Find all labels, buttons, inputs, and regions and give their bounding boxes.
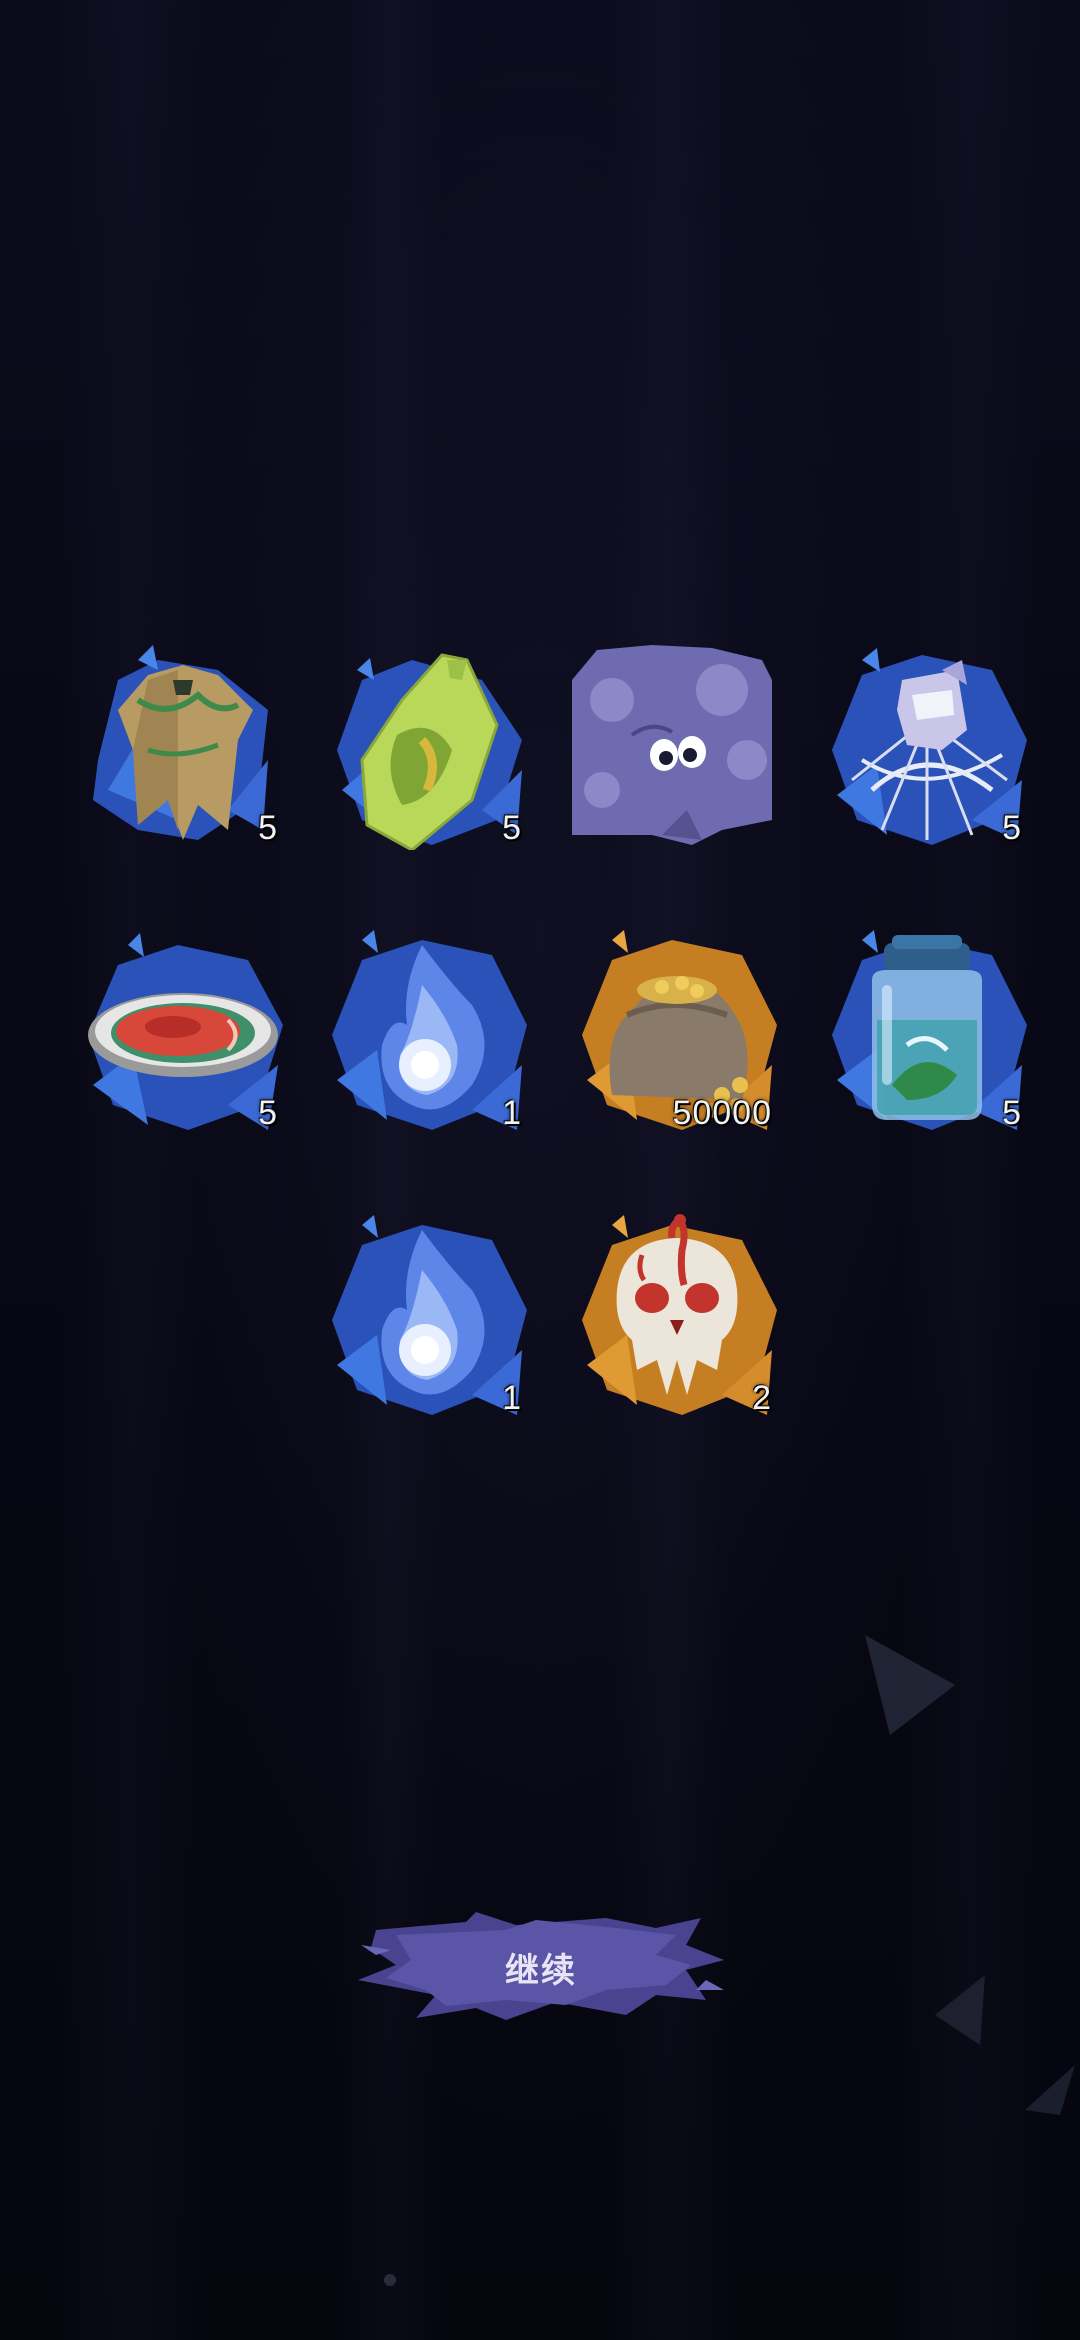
bloody-skull-icon — [582, 1214, 777, 1415]
reward-count: 50000 — [672, 1094, 772, 1132]
decorative-shard — [1025, 2065, 1075, 2115]
green-leaf-pouch-icon — [337, 653, 522, 850]
decorative-shard — [935, 1975, 985, 2045]
specimen-jar-icon — [832, 930, 1027, 1130]
reward-count: 1 — [502, 1094, 522, 1132]
reward-count: 2 — [752, 1379, 772, 1417]
reward-slot[interactable]: 5 — [822, 640, 1032, 850]
decorative-dot — [384, 2274, 396, 2286]
reward-slot[interactable]: 1 — [322, 925, 532, 1135]
reward-slot[interactable]: 5 — [78, 640, 288, 850]
reward-slot[interactable] — [572, 640, 782, 850]
reward-slot[interactable]: 50000 — [572, 925, 782, 1135]
reward-count: 5 — [1002, 1094, 1022, 1132]
reward-slot[interactable]: 5 — [78, 925, 288, 1135]
cobweb-cloth-icon — [832, 648, 1027, 845]
reward-slot[interactable]: 5 — [322, 640, 532, 850]
continue-button[interactable]: 继续 — [356, 1910, 726, 2025]
decorative-shard — [865, 1635, 955, 1735]
purple-mushroom-creature-icon — [572, 645, 772, 845]
reward-slot[interactable]: 5 — [822, 925, 1032, 1135]
blue-soul-flame-icon — [332, 930, 527, 1130]
reward-slot[interactable]: 2 — [572, 1210, 782, 1420]
reward-count: 5 — [502, 809, 522, 847]
reward-count: 5 — [258, 1094, 278, 1132]
reward-count: 5 — [1002, 809, 1022, 847]
continue-button-label: 继续 — [505, 1951, 577, 1991]
raw-meat-dish-icon — [88, 933, 283, 1130]
blue-soul-flame-icon — [332, 1215, 527, 1415]
reward-count: 1 — [502, 1379, 522, 1417]
tattered-robe-icon — [93, 645, 268, 840]
reward-count: 5 — [258, 809, 278, 847]
reward-slot[interactable]: 1 — [322, 1210, 532, 1420]
